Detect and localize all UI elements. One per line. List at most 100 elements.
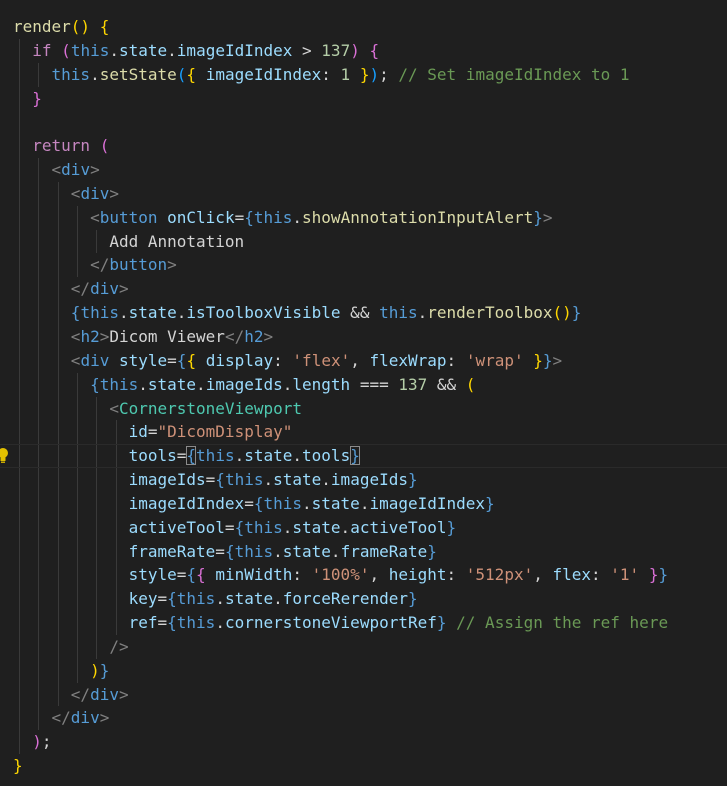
code-line[interactable]: } — [0, 754, 727, 778]
code-token: if — [32, 40, 52, 60]
code-line[interactable]: </button> — [0, 253, 727, 278]
code-line[interactable]: style={{ minWidth: '100%', height: '512p… — [0, 563, 727, 588]
code-line[interactable]: key={this.state.forceRerender} — [0, 587, 727, 612]
code-line[interactable]: {this.state.isToolboxVisible && this.ren… — [0, 301, 727, 325]
code-line[interactable]: /> — [0, 634, 727, 659]
code-line[interactable] — [0, 110, 727, 135]
code-line[interactable]: <h2>Dicom Viewer</h2> — [0, 324, 727, 349]
code-token: { — [70, 303, 81, 323]
code-token: this — [253, 207, 293, 227]
code-line[interactable]: tools={this.state.tools} — [0, 444, 727, 469]
code-token: { — [369, 40, 380, 60]
code-token: '100%' — [311, 565, 370, 585]
code-line[interactable]: frameRate={this.state.frameRate} — [0, 539, 727, 564]
code-token: isToolboxVisible — [186, 303, 341, 323]
code-token: = — [176, 446, 187, 466]
lightbulb-icon[interactable] — [0, 447, 9, 464]
code-token: ) — [369, 64, 380, 84]
code-line[interactable]: {this.state.imageIds.length === 137 && ( — [0, 372, 727, 397]
code-line[interactable]: Add Annotation — [0, 229, 727, 254]
code-token: > — [118, 279, 129, 299]
code-line[interactable]: imageIds={this.state.imageIds} — [0, 468, 727, 492]
code-token: === — [350, 374, 399, 394]
code-token: this — [51, 64, 91, 84]
code-token: = — [224, 517, 235, 537]
code-token: = — [157, 589, 168, 609]
code-token: </ — [70, 684, 91, 704]
code-line[interactable]: </div> — [0, 277, 727, 302]
code-token: > — [542, 207, 553, 227]
indent-guide — [19, 420, 20, 445]
code-token: 137 — [321, 40, 351, 60]
indent-guide — [38, 587, 40, 612]
code-token: return — [32, 136, 91, 156]
code-token: = — [205, 470, 216, 490]
indent-guide — [19, 563, 20, 588]
code-line[interactable]: <CornerstoneViewport — [0, 396, 727, 421]
indent-guide — [19, 86, 20, 111]
indent-guide — [19, 396, 20, 421]
code-token: } — [407, 470, 418, 490]
code-token: // Set imageIdIndex to 1 — [398, 64, 630, 84]
indent-guide — [76, 420, 78, 445]
code-token: this — [196, 446, 235, 466]
indent-guide — [57, 301, 59, 325]
code-line[interactable]: ); — [0, 730, 727, 755]
code-token: renderToolbox — [427, 303, 553, 323]
code-lines[interactable]: render() { if (this.state.imageIdIndex >… — [0, 15, 727, 778]
code-token: = — [176, 565, 187, 585]
code-token: = — [147, 422, 158, 442]
code-line[interactable]: id="DicomDisplay" — [0, 420, 727, 445]
code-token: . — [330, 541, 341, 561]
code-line[interactable]: this.setState({ imageIdIndex: 1 }); // S… — [0, 62, 727, 87]
code-token: } — [446, 517, 457, 537]
code-line[interactable]: } — [0, 86, 727, 111]
code-line[interactable]: <div> — [0, 158, 727, 182]
code-token: && — [340, 303, 380, 323]
code-token: { — [196, 565, 206, 585]
indent-guide — [19, 658, 20, 683]
indent-guide — [96, 229, 98, 254]
code-line[interactable]: )} — [0, 658, 727, 683]
indent-guide — [19, 372, 20, 397]
code-line[interactable]: <button onClick={this.showAnnotationInpu… — [0, 205, 727, 230]
code-line[interactable]: if (this.state.imageIdIndex > 137) { — [0, 38, 727, 63]
indent-guide — [19, 134, 20, 159]
indent-guide — [38, 563, 40, 588]
indent-guide — [76, 253, 78, 278]
code-line[interactable]: </div> — [0, 682, 727, 707]
code-line[interactable]: return ( — [0, 134, 727, 159]
code-line[interactable]: <div style={{ display: 'flex', flexWrap:… — [0, 348, 727, 373]
indent-guide — [38, 158, 40, 182]
code-token: . — [118, 303, 129, 323]
code-line[interactable]: render() { — [0, 15, 727, 39]
code-token: . — [417, 303, 428, 323]
code-editor[interactable]: render() { if (this.state.imageIdIndex >… — [0, 0, 727, 786]
indent-guide — [57, 634, 59, 659]
code-line[interactable]: <div> — [0, 181, 727, 206]
code-line[interactable]: activeTool={this.state.activeTool} — [0, 515, 727, 540]
code-token: . — [176, 303, 187, 323]
code-token: imageIdIndex — [128, 493, 245, 513]
indent-guide — [57, 277, 59, 302]
code-line[interactable]: ref={this.cornerstoneViewportRef} // Ass… — [0, 611, 727, 635]
indent-guide — [19, 587, 20, 612]
code-token: 'flex' — [292, 350, 351, 370]
indent-guide — [57, 396, 59, 421]
indent-guide — [38, 181, 40, 206]
indent-guide — [19, 324, 20, 349]
code-token: { — [99, 17, 110, 36]
code-line[interactable]: </div> — [0, 706, 727, 731]
code-token: { — [186, 446, 197, 466]
code-token: imageIdIndex — [176, 40, 293, 60]
code-token: , — [369, 565, 389, 585]
code-line[interactable]: imageIdIndex={this.state.imageIdIndex} — [0, 491, 727, 516]
